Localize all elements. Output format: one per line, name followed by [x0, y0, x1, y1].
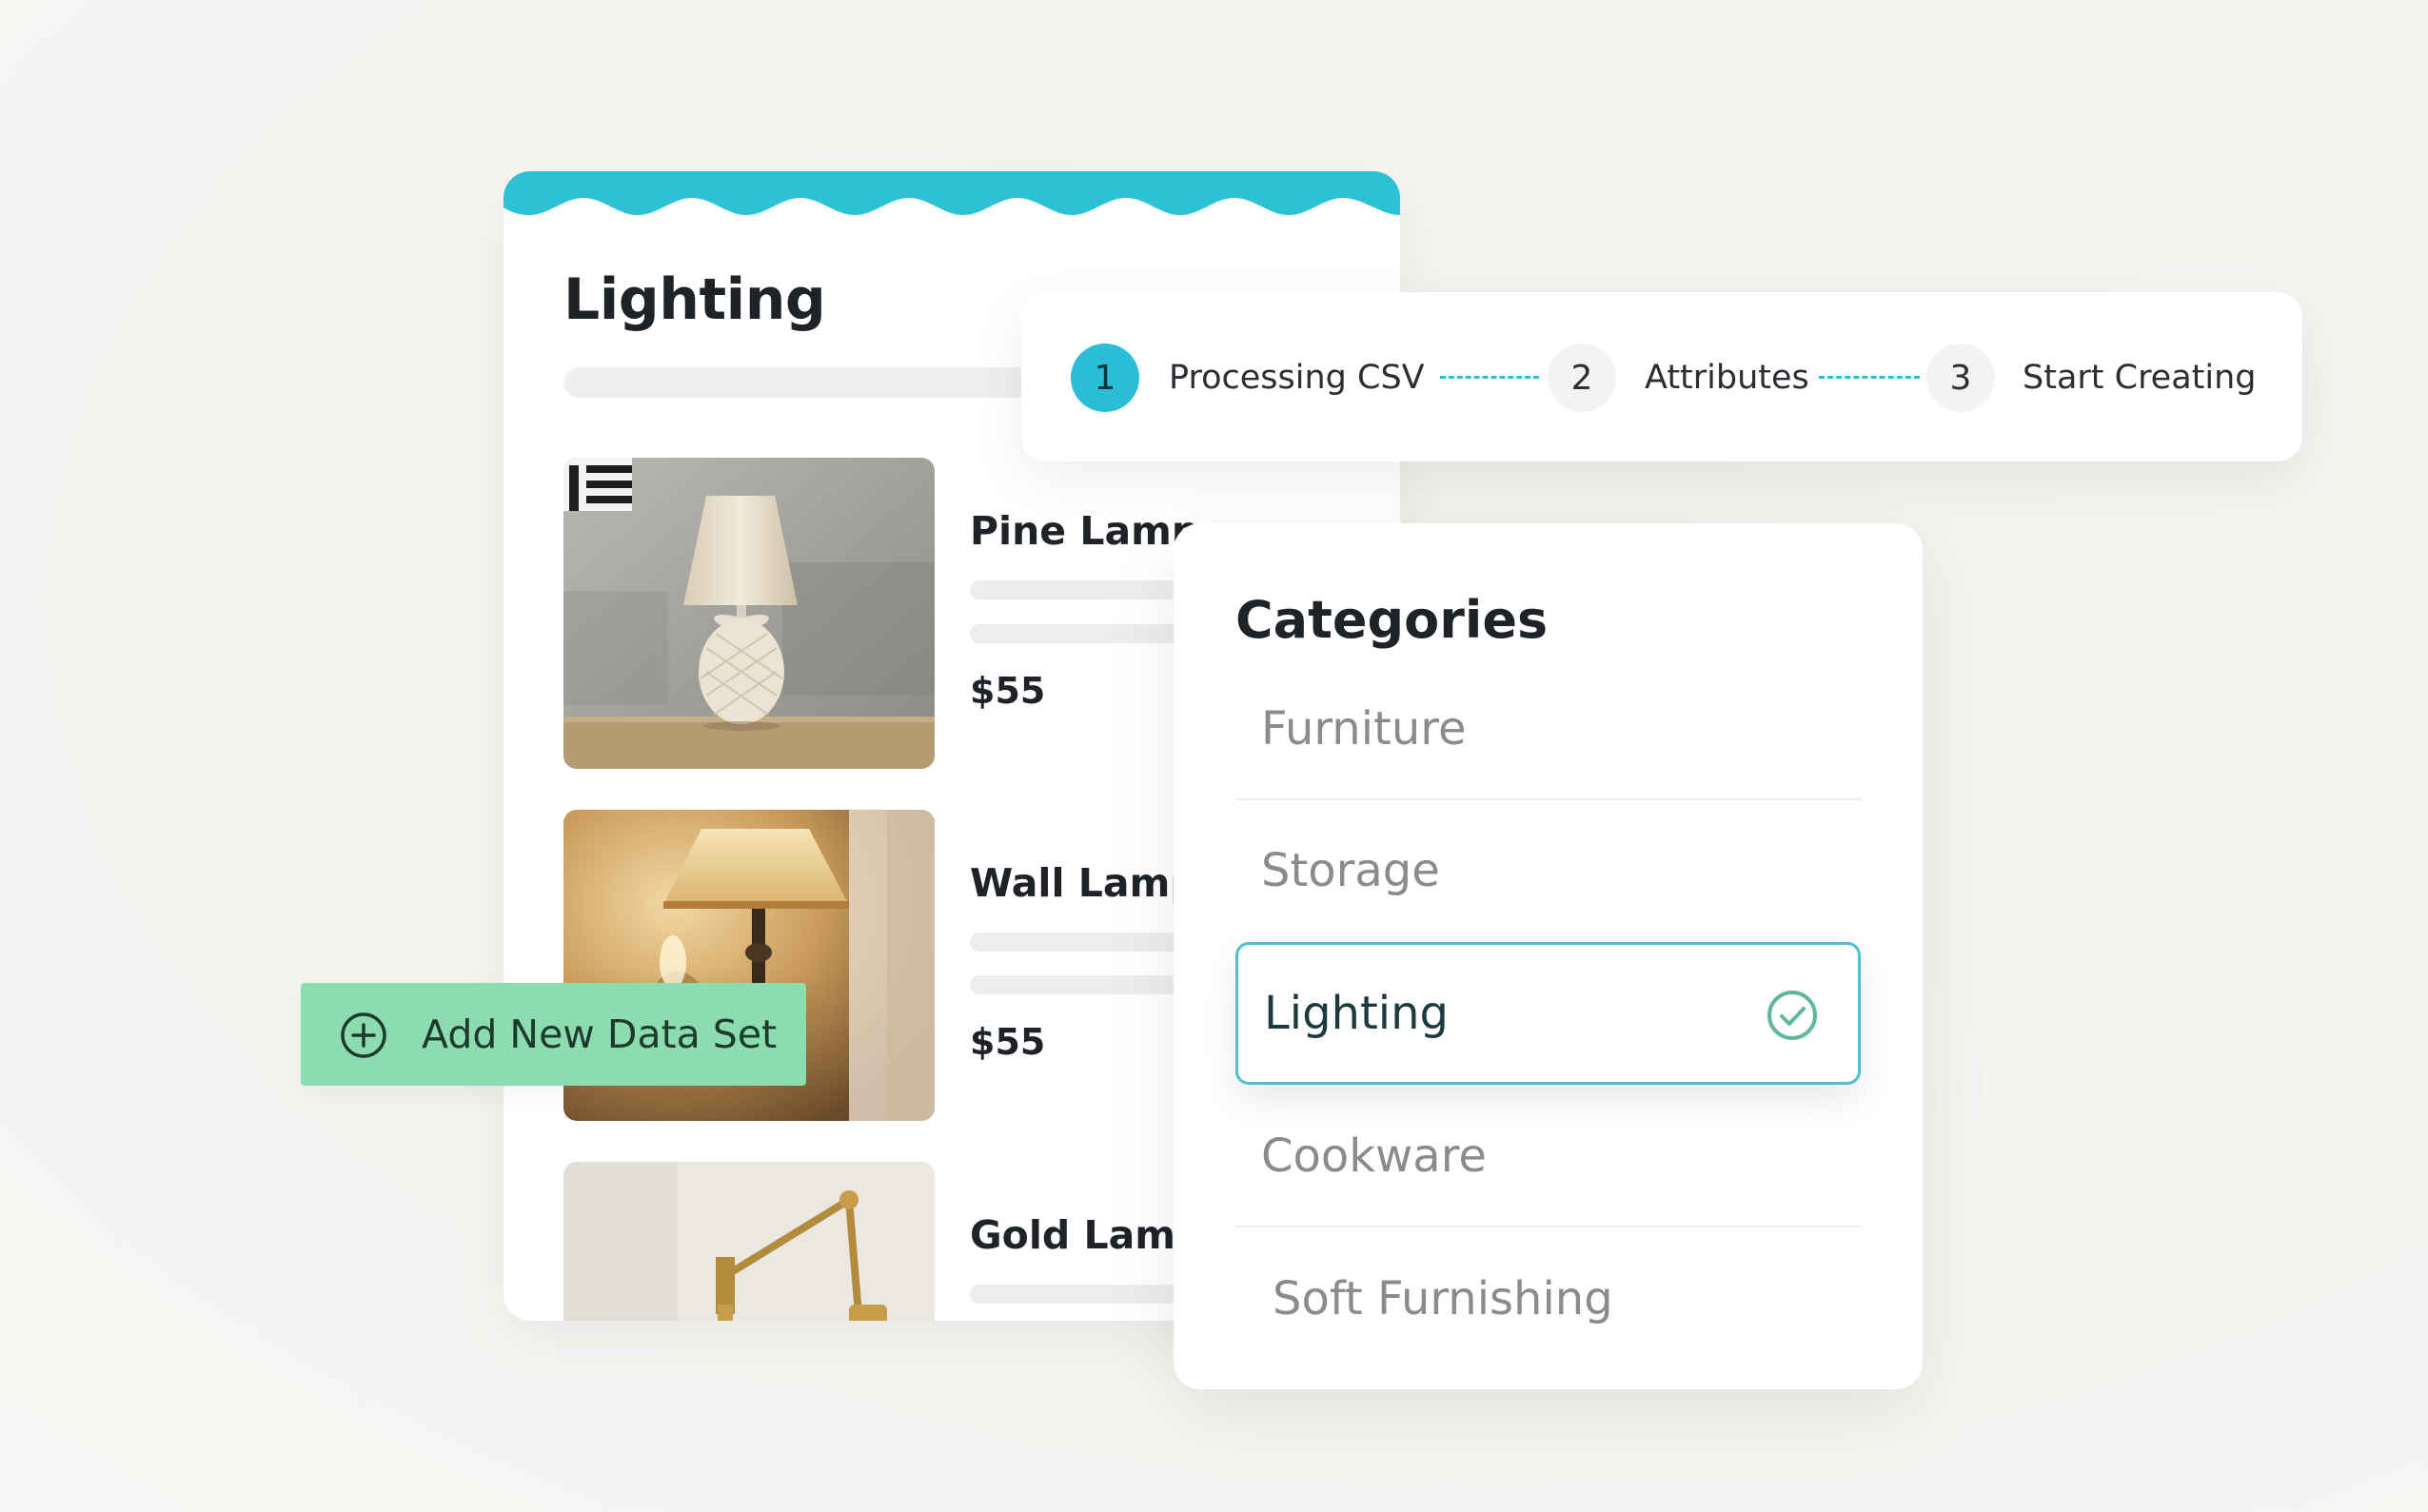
category-label: Storage [1261, 844, 1440, 897]
category-item-soft-furnishing[interactable]: Soft Furnishing [1235, 1227, 1861, 1370]
step-1-label[interactable]: Processing CSV [1169, 359, 1425, 397]
step-3-label[interactable]: Start Creating [2023, 359, 2257, 397]
category-title: Lighting [563, 266, 826, 333]
step-1-indicator[interactable]: 1 [1071, 344, 1139, 412]
category-item-cookware[interactable]: Cookware [1235, 1085, 1861, 1227]
step-connector [1440, 376, 1539, 379]
product-price: $55 [970, 1021, 1046, 1063]
step-connector [1819, 376, 1920, 379]
step-2-indicator[interactable]: 2 [1548, 344, 1616, 412]
check-circle-icon [1767, 991, 1817, 1040]
product-image-pine-lamp[interactable] [563, 458, 935, 769]
category-label: Furniture [1261, 702, 1467, 756]
step-2-label[interactable]: Attributes [1645, 359, 1809, 397]
category-item-storage[interactable]: Storage [1235, 799, 1861, 942]
plus-circle-icon [341, 1012, 386, 1058]
app-stage: Lighting Pine Lamp $55 Wall Lamp $55 Gol… [0, 0, 2428, 1512]
step-3-indicator[interactable]: 3 [1926, 344, 1995, 412]
product-price: $55 [970, 670, 1046, 712]
category-label: Cookware [1261, 1129, 1487, 1183]
category-item-furniture[interactable]: Furniture [1235, 658, 1861, 800]
import-stepper: 1 Processing CSV 2 Attributes 3 Start Cr… [1021, 292, 2302, 461]
category-item-lighting[interactable]: Lighting [1235, 942, 1861, 1085]
category-label: Lighting [1264, 987, 1450, 1040]
categories-panel: Categories Furniture Storage Lighting Co… [1174, 523, 1923, 1389]
card-header-wave [503, 171, 1400, 215]
add-new-data-set-label: Add New Data Set [422, 1011, 778, 1057]
table-lamp-photo [563, 458, 935, 769]
add-new-data-set-button[interactable]: Add New Data Set [301, 983, 806, 1086]
product-image-gold-lamp[interactable] [563, 1162, 935, 1321]
product-name[interactable]: Pine Lamp [970, 508, 1199, 554]
categories-heading: Categories [1235, 590, 1549, 650]
product-name[interactable]: Gold Lamp [970, 1212, 1203, 1258]
category-label: Soft Furnishing [1273, 1272, 1613, 1325]
gold-swing-arm-lamp-photo [563, 1162, 935, 1321]
product-name[interactable]: Wall Lamp [970, 860, 1198, 906]
